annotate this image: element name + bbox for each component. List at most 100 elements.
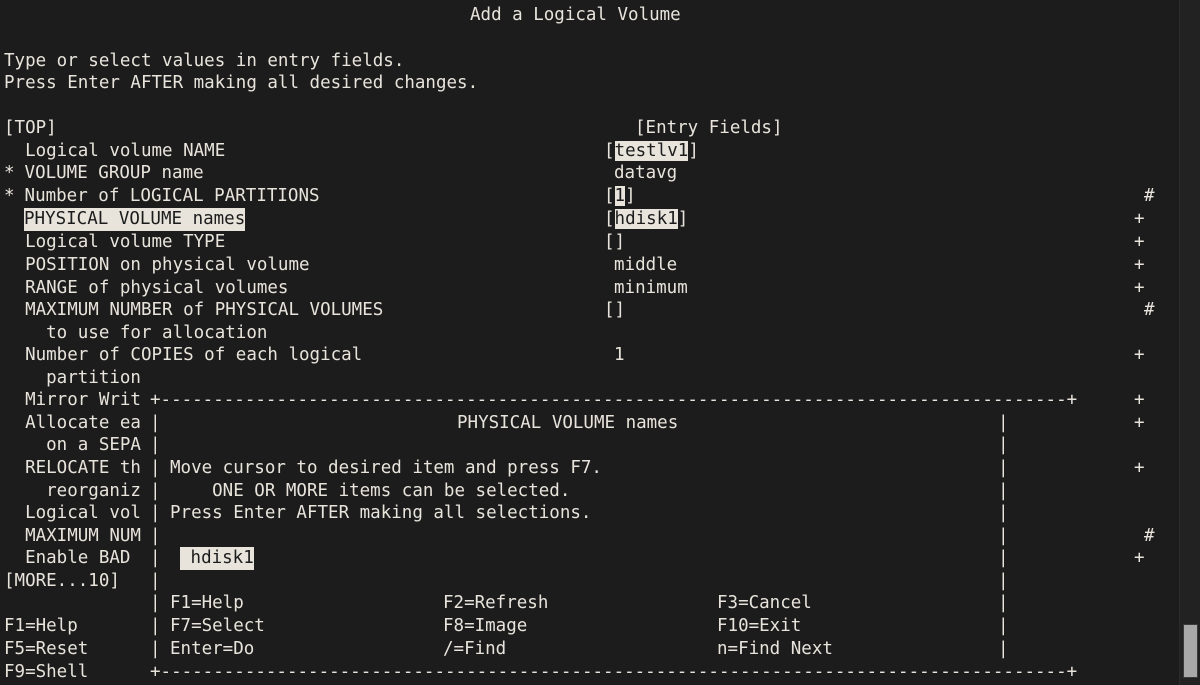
top-marker: [TOP] bbox=[4, 118, 57, 138]
popup-border-left: | bbox=[150, 458, 161, 478]
instruction-line-1: Type or select values in entry fields. bbox=[4, 51, 405, 71]
popup-border-left: | bbox=[150, 548, 161, 568]
field-label-enable-bad: Enable BAD bbox=[4, 548, 141, 568]
field-label-maximum-num-occluded: MAXIMUM NUM bbox=[4, 526, 141, 546]
key-f1-help-main[interactable]: F1=Help bbox=[4, 615, 78, 638]
bracket-close: ] bbox=[688, 141, 699, 161]
value-text[interactable]: testlv1 bbox=[614, 141, 689, 161]
field-label-logical-volume-name: Logical volume NAME bbox=[4, 141, 226, 161]
popup-key-slash-find[interactable]: /=Find bbox=[443, 638, 506, 661]
popup-border-right: | bbox=[998, 639, 1009, 659]
popup-border-right: | bbox=[998, 413, 1009, 433]
popup-key-f2-refresh[interactable]: F2=Refresh bbox=[443, 592, 548, 615]
field-label-physical-volume-names[interactable]: PHYSICAL VOLUME names bbox=[24, 208, 246, 231]
bracket-open: [ bbox=[604, 186, 615, 206]
popup-border-left: | bbox=[150, 435, 161, 455]
bracket-open: [ bbox=[604, 300, 615, 320]
bracket-open: [ bbox=[604, 209, 615, 229]
field-suffix-list-range: + bbox=[1134, 278, 1145, 298]
field-value-logical-volume-name[interactable]: [testlv1] bbox=[604, 140, 699, 163]
field-label-partition: partition bbox=[4, 368, 141, 388]
field-value-logical-volume-type[interactable]: [] bbox=[604, 231, 625, 254]
field-label-maximum-number-physical-volumes: MAXIMUM NUMBER of PHYSICAL VOLUMES bbox=[4, 300, 384, 320]
popup-key-f3-cancel[interactable]: F3=Cancel bbox=[717, 592, 812, 615]
popup-border-top: +---------------------------------------… bbox=[150, 390, 1078, 410]
popup-help-line-1: Move cursor to desired item and press F7… bbox=[170, 458, 602, 478]
field-label-mirror-write: Mirror Writ bbox=[4, 390, 141, 410]
field-suffix-list-mirror-write: + bbox=[1134, 390, 1145, 410]
popup-border-left: | bbox=[150, 503, 161, 523]
popup-border-left: | bbox=[150, 526, 161, 546]
field-suffix-list-enable-bad: + bbox=[1134, 548, 1145, 568]
bracket-close: ] bbox=[625, 186, 636, 206]
popup-border-right: | bbox=[998, 571, 1009, 591]
popup-border-bottom: +---------------------------------------… bbox=[150, 662, 1078, 682]
popup-border-right: | bbox=[998, 526, 1009, 546]
value-text[interactable]: hdisk1 bbox=[614, 209, 678, 229]
bracket-open: [ bbox=[604, 141, 615, 161]
field-suffix-numeric-maximum-num-occluded: # bbox=[1144, 526, 1155, 546]
popup-key-n-find-next[interactable]: n=Find Next bbox=[717, 638, 833, 661]
popup-key-enter-do[interactable]: Enter=Do bbox=[170, 638, 254, 661]
field-label-reorganize: reorganiz bbox=[4, 481, 141, 501]
popup-border-left: | bbox=[150, 616, 161, 636]
terminal-scrollbar-track[interactable] bbox=[1179, 0, 1200, 685]
popup-border-right: | bbox=[998, 593, 1009, 613]
page-title: Add a Logical Volume bbox=[470, 5, 681, 25]
field-value-physical-volume-names[interactable]: [hdisk1] bbox=[604, 208, 688, 231]
field-suffix-list-allocate-each: + bbox=[1134, 413, 1145, 433]
field-value-logical-partitions[interactable]: [1] bbox=[604, 185, 636, 208]
field-suffix-list-number-of-copies: + bbox=[1134, 345, 1145, 365]
popup-key-f10-exit[interactable]: F10=Exit bbox=[717, 615, 801, 638]
field-label-to-use-for-allocation: to use for allocation bbox=[4, 323, 268, 343]
field-label-on-a-separate: on a SEPA bbox=[4, 435, 141, 455]
field-label-allocate-each: Allocate ea bbox=[4, 413, 141, 433]
field-suffix-list-physical-volume-names: + bbox=[1134, 209, 1145, 229]
terminal-screen: Add a Logical Volume Type or select valu… bbox=[0, 0, 1200, 685]
popup-key-f8-image[interactable]: F8=Image bbox=[443, 615, 527, 638]
bracket-open: [ bbox=[604, 232, 615, 252]
popup-border-left: | bbox=[150, 639, 161, 659]
popup-help-line-2: ONE OR MORE items can be selected. bbox=[170, 481, 571, 501]
popup-border-left: | bbox=[150, 481, 161, 501]
popup-title: PHYSICAL VOLUME names bbox=[457, 413, 679, 433]
popup-key-f1-help[interactable]: F1=Help bbox=[170, 592, 244, 615]
field-suffix-numeric-maximum-number-physical-volumes: # bbox=[1144, 300, 1155, 320]
value-text[interactable]: 1 bbox=[614, 186, 626, 206]
field-value-volume-group-name[interactable]: datavg bbox=[614, 162, 677, 185]
field-value-maximum-number-physical-volumes[interactable]: [] bbox=[604, 299, 625, 322]
popup-border-right: | bbox=[998, 458, 1009, 478]
popup-border-right: | bbox=[998, 616, 1009, 636]
popup-border-right: | bbox=[998, 503, 1009, 523]
field-label-number-of-copies: Number of COPIES of each logical bbox=[4, 345, 363, 365]
popup-border-left: | bbox=[150, 593, 161, 613]
key-f9-shell-main[interactable]: F9=Shell bbox=[4, 661, 88, 684]
popup-help-line-3: Press Enter AFTER making all selections. bbox=[170, 503, 592, 523]
field-label-logical-volume-occluded: Logical vol bbox=[4, 503, 141, 523]
field-label-logical-partitions: Number of LOGICAL PARTITIONS bbox=[14, 186, 320, 206]
more-marker: [MORE...10] bbox=[4, 571, 120, 591]
instruction-line-2: Press Enter AFTER making all desired cha… bbox=[4, 73, 479, 93]
field-value-position[interactable]: middle bbox=[614, 254, 677, 277]
required-marker-logical-partitions: * bbox=[4, 186, 15, 206]
field-suffix-list-position: + bbox=[1134, 255, 1145, 275]
popup-border-right: | bbox=[998, 481, 1009, 501]
popup-key-f7-select[interactable]: F7=Select bbox=[170, 615, 265, 638]
key-f5-reset-main[interactable]: F5=Reset bbox=[4, 638, 88, 661]
popup-border-right: | bbox=[998, 548, 1009, 568]
field-label-position: POSITION on physical volume bbox=[4, 255, 310, 275]
popup-border-left: | bbox=[150, 571, 161, 591]
terminal-scrollbar-thumb[interactable] bbox=[1183, 624, 1198, 678]
bracket-close: ] bbox=[677, 209, 689, 229]
required-marker-volume-group: * bbox=[4, 163, 15, 183]
popup-border-right: | bbox=[998, 435, 1009, 455]
field-label-volume-group-name: VOLUME GROUP name bbox=[14, 163, 204, 183]
field-value-range[interactable]: minimum bbox=[614, 277, 688, 300]
field-suffix-list-relocate: + bbox=[1134, 458, 1145, 478]
field-suffix-list-logical-volume-type: + bbox=[1134, 232, 1145, 252]
field-label-logical-volume-type: Logical volume TYPE bbox=[4, 232, 226, 252]
bracket-close: ] bbox=[614, 300, 626, 320]
field-value-number-of-copies[interactable]: 1 bbox=[614, 344, 625, 367]
bracket-close: ] bbox=[614, 232, 626, 252]
popup-list-item-hdisk1[interactable]: hdisk1 bbox=[180, 547, 254, 570]
